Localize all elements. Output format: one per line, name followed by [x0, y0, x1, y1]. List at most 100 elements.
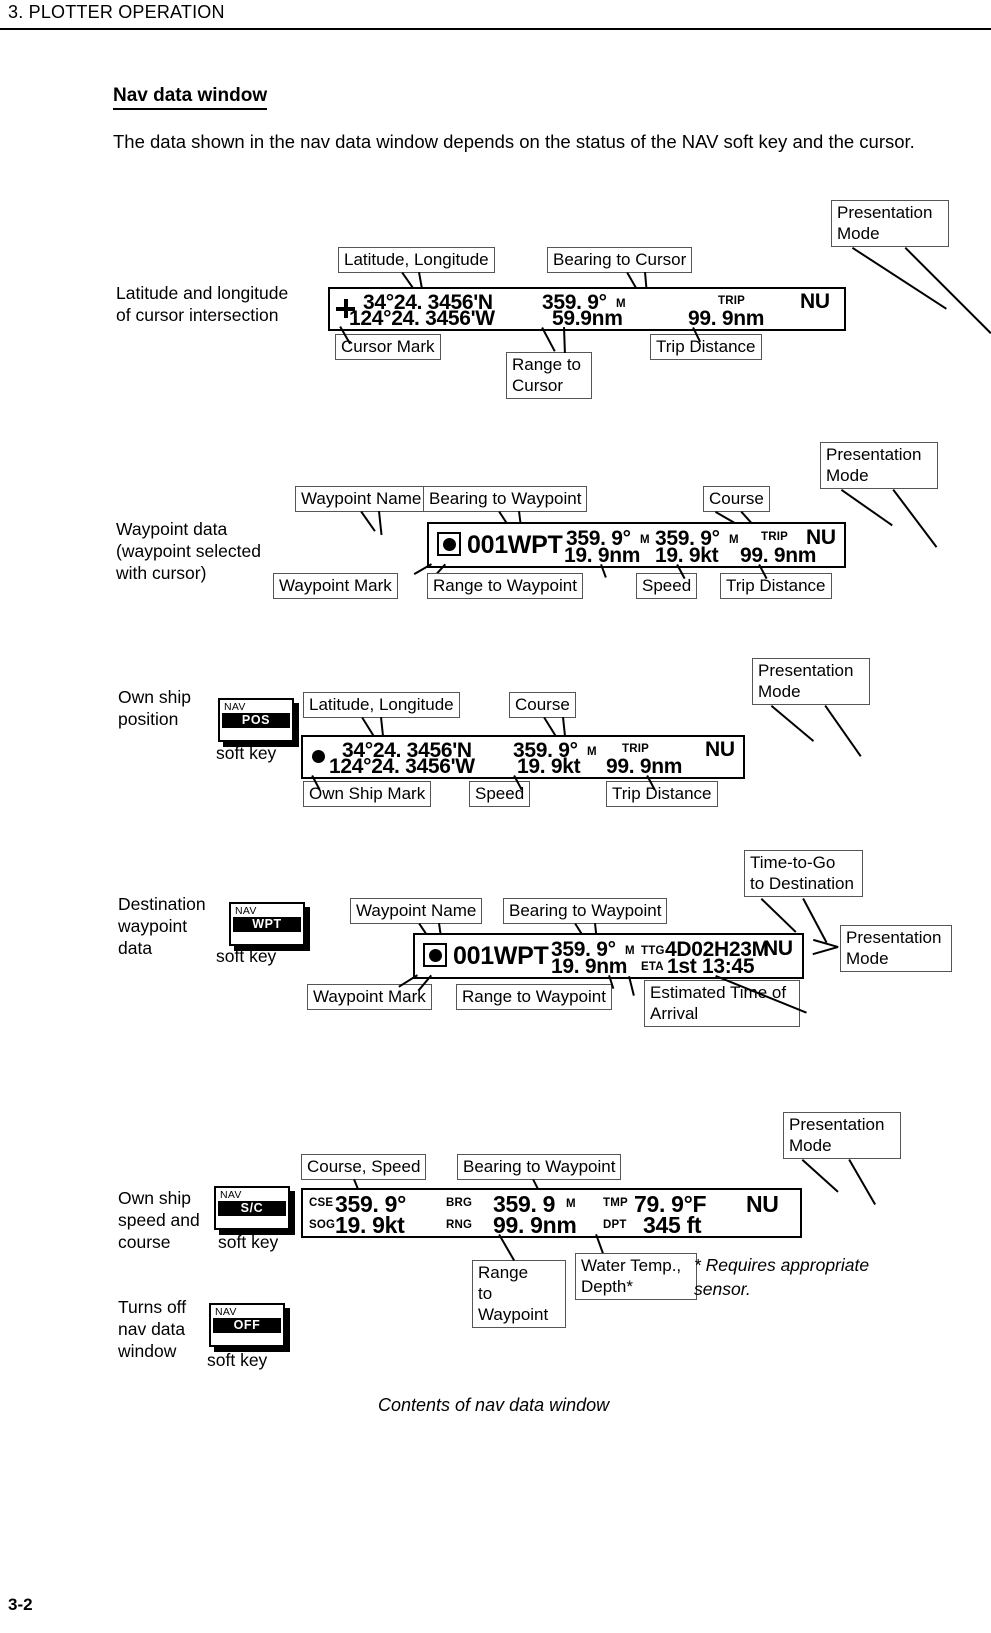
softkey-nav-pos[interactable]: NAV POS — [218, 698, 294, 742]
callout-presentation-mode-speed-course: Presentation Mode — [783, 1112, 901, 1159]
nav-data-window-destination: 001WPT 359. 9° M 19. 9nm TTG 4D02H23M ET… — [413, 933, 804, 979]
callout-presentation-mode-cursor: Presentation Mode — [831, 200, 949, 247]
brg-unit: M — [566, 1198, 576, 1210]
softkey-caption-wpt: soft key — [216, 946, 277, 966]
leader-line — [812, 946, 838, 956]
own-ship-course-unit: M — [587, 746, 597, 758]
softkey-caption-pos: soft key — [216, 743, 277, 763]
nav-data-window-waypoint: 001WPT 359. 9° M 19. 9nm 359. 9° M 19. 9… — [427, 522, 846, 568]
softkey-selected-label: OFF — [213, 1318, 281, 1333]
waypoint-circle-in-square-mark-icon — [423, 943, 447, 967]
side-label-waypoint: Waypoint data (waypoint selected with cu… — [116, 519, 261, 583]
callout-range-to-waypoint-destination: Range to Waypoint — [456, 984, 612, 1010]
callout-trip-distance-own-ship: Trip Distance — [606, 781, 718, 807]
callout-latitude-longitude-cursor: Latitude, Longitude — [338, 247, 495, 273]
own-ship-dot-mark-icon — [312, 750, 325, 763]
leader-line — [848, 1159, 876, 1205]
leader-line — [360, 511, 376, 532]
leader-line — [770, 705, 815, 742]
softkey-top-label: NAV — [220, 1189, 242, 1201]
callout-trip-distance-waypoint: Trip Distance — [720, 573, 832, 599]
speed-course-presentation-mode-value: NU — [746, 1191, 779, 1217]
softkey-selected-label: WPT — [233, 917, 301, 932]
softkey-caption-off: soft key — [207, 1350, 268, 1370]
leader-line — [892, 489, 938, 548]
cursor-trip-label: TRIP — [718, 295, 745, 307]
figure-caption: Contents of nav data window — [378, 1395, 610, 1415]
side-label-cursor: Latitude and longitude of cursor interse… — [116, 283, 289, 325]
destination-ttg-label: TTG — [641, 945, 665, 957]
nav-data-window-own-ship-position: 34°24. 3456'N 124°24. 3456'W 359. 9° M 1… — [301, 735, 745, 779]
waypoint-bearing-unit: M — [640, 534, 650, 546]
waypoint-course-unit: M — [729, 534, 739, 546]
callout-range-to-waypoint-speed-course: Range to Waypoint — [472, 1260, 566, 1328]
own-ship-trip-label: TRIP — [622, 743, 649, 755]
destination-eta-label: ETA — [641, 961, 664, 973]
callout-course-waypoint: Course — [703, 486, 770, 512]
callout-waypoint-name-destination: Waypoint Name — [350, 898, 483, 924]
callout-bearing-to-waypoint-speed-course: Bearing to Waypoint — [457, 1154, 622, 1180]
callout-waypoint-mark: Waypoint Mark — [273, 573, 398, 599]
own-ship-presentation-mode-value: NU — [705, 738, 735, 761]
leader-line — [378, 511, 383, 536]
chapter-header: 3. PLOTTER OPERATION — [8, 2, 225, 22]
waypoint-circle-in-square-mark-icon — [437, 532, 461, 556]
softkey-top-label: NAV — [224, 701, 246, 713]
footnote-sensor-note: * Requires appropriate sensor. — [694, 1255, 870, 1299]
dpt-value: 345 ft — [643, 1212, 702, 1238]
waypoint-speed-value: 19. 9kt — [655, 544, 719, 567]
callout-presentation-mode-waypoint: Presentation Mode — [820, 442, 938, 489]
callout-cursor-mark: Cursor Mark — [335, 334, 441, 360]
cse-label: CSE — [309, 1197, 334, 1209]
callout-own-ship-mark: Own Ship Mark — [303, 781, 432, 807]
leader-line — [824, 705, 862, 757]
tmp-label: TMP — [603, 1197, 628, 1209]
callout-waypoint-name: Waypoint Name — [295, 486, 428, 512]
leader-line — [841, 489, 893, 526]
leader-line — [852, 247, 947, 310]
nav-data-window-cursor: 34°24. 3456'N 124°24. 3456'W 359. 9° M 5… — [328, 287, 846, 331]
waypoint-trip-label: TRIP — [761, 531, 788, 543]
dpt-label: DPT — [603, 1219, 627, 1231]
softkey-nav-off[interactable]: NAV OFF — [209, 1303, 285, 1347]
callout-course-speed: Course, Speed — [301, 1154, 427, 1180]
nav-data-window-speed-course: CSE 359. 9° SOG 19. 9kt BRG 359. 9 M RNG… — [301, 1188, 802, 1238]
own-ship-trip-distance-value: 99. 9nm — [606, 755, 683, 778]
cursor-longitude-value: 124°24. 3456'W — [349, 307, 495, 330]
callout-course-own-ship: Course — [509, 692, 576, 718]
callout-time-to-go: Time-to-Go to Destination — [744, 850, 863, 897]
own-ship-speed-value: 19. 9kt — [517, 755, 581, 778]
callout-presentation-mode-own-ship: Presentation Mode — [752, 658, 870, 705]
destination-range-value: 19. 9nm — [551, 955, 628, 978]
side-label-own-ship-position: Own ship position — [118, 687, 191, 729]
sog-value: 19. 9kt — [335, 1212, 405, 1238]
destination-waypoint-name-value: 001WPT — [453, 942, 549, 970]
callout-bearing-to-cursor: Bearing to Cursor — [547, 247, 693, 273]
callout-bearing-to-waypoint: Bearing to Waypoint — [423, 486, 588, 512]
waypoint-presentation-mode-value: NU — [806, 526, 836, 549]
cursor-presentation-mode-value: NU — [800, 290, 830, 313]
sog-label: SOG — [309, 1219, 336, 1231]
softkey-nav-sc[interactable]: NAV S/C — [214, 1186, 290, 1230]
page-title: Nav data window — [113, 85, 268, 110]
destination-presentation-mode-value: NU — [763, 937, 793, 960]
side-label-nav-off: Turns off nav data window — [118, 1297, 187, 1361]
callout-speed-own-ship: Speed — [469, 781, 531, 807]
callout-trip-distance-cursor: Trip Distance — [650, 334, 762, 360]
callout-speed-waypoint: Speed — [636, 573, 698, 599]
callout-water-temp-depth: Water Temp., Depth* — [575, 1253, 697, 1300]
page-number: 3-2 — [8, 1595, 33, 1614]
rng-value: 99. 9nm — [493, 1212, 577, 1238]
softkey-selected-label: S/C — [218, 1201, 286, 1216]
header-rule-divider — [0, 28, 991, 30]
intro-paragraph: The data shown in the nav data window de… — [113, 131, 915, 152]
rng-label: RNG — [446, 1219, 473, 1231]
callout-bearing-to-waypoint-destination: Bearing to Waypoint — [503, 898, 668, 924]
leader-line — [802, 898, 828, 943]
callout-presentation-mode-destination: Presentation Mode — [840, 925, 952, 972]
callout-range-to-waypoint: Range to Waypoint — [427, 573, 583, 599]
leader-line — [801, 1159, 839, 1193]
callout-range-to-cursor: Range to Cursor — [506, 352, 592, 399]
softkey-nav-wpt[interactable]: NAV WPT — [229, 902, 305, 946]
callout-latitude-longitude-own-ship: Latitude, Longitude — [303, 692, 460, 718]
